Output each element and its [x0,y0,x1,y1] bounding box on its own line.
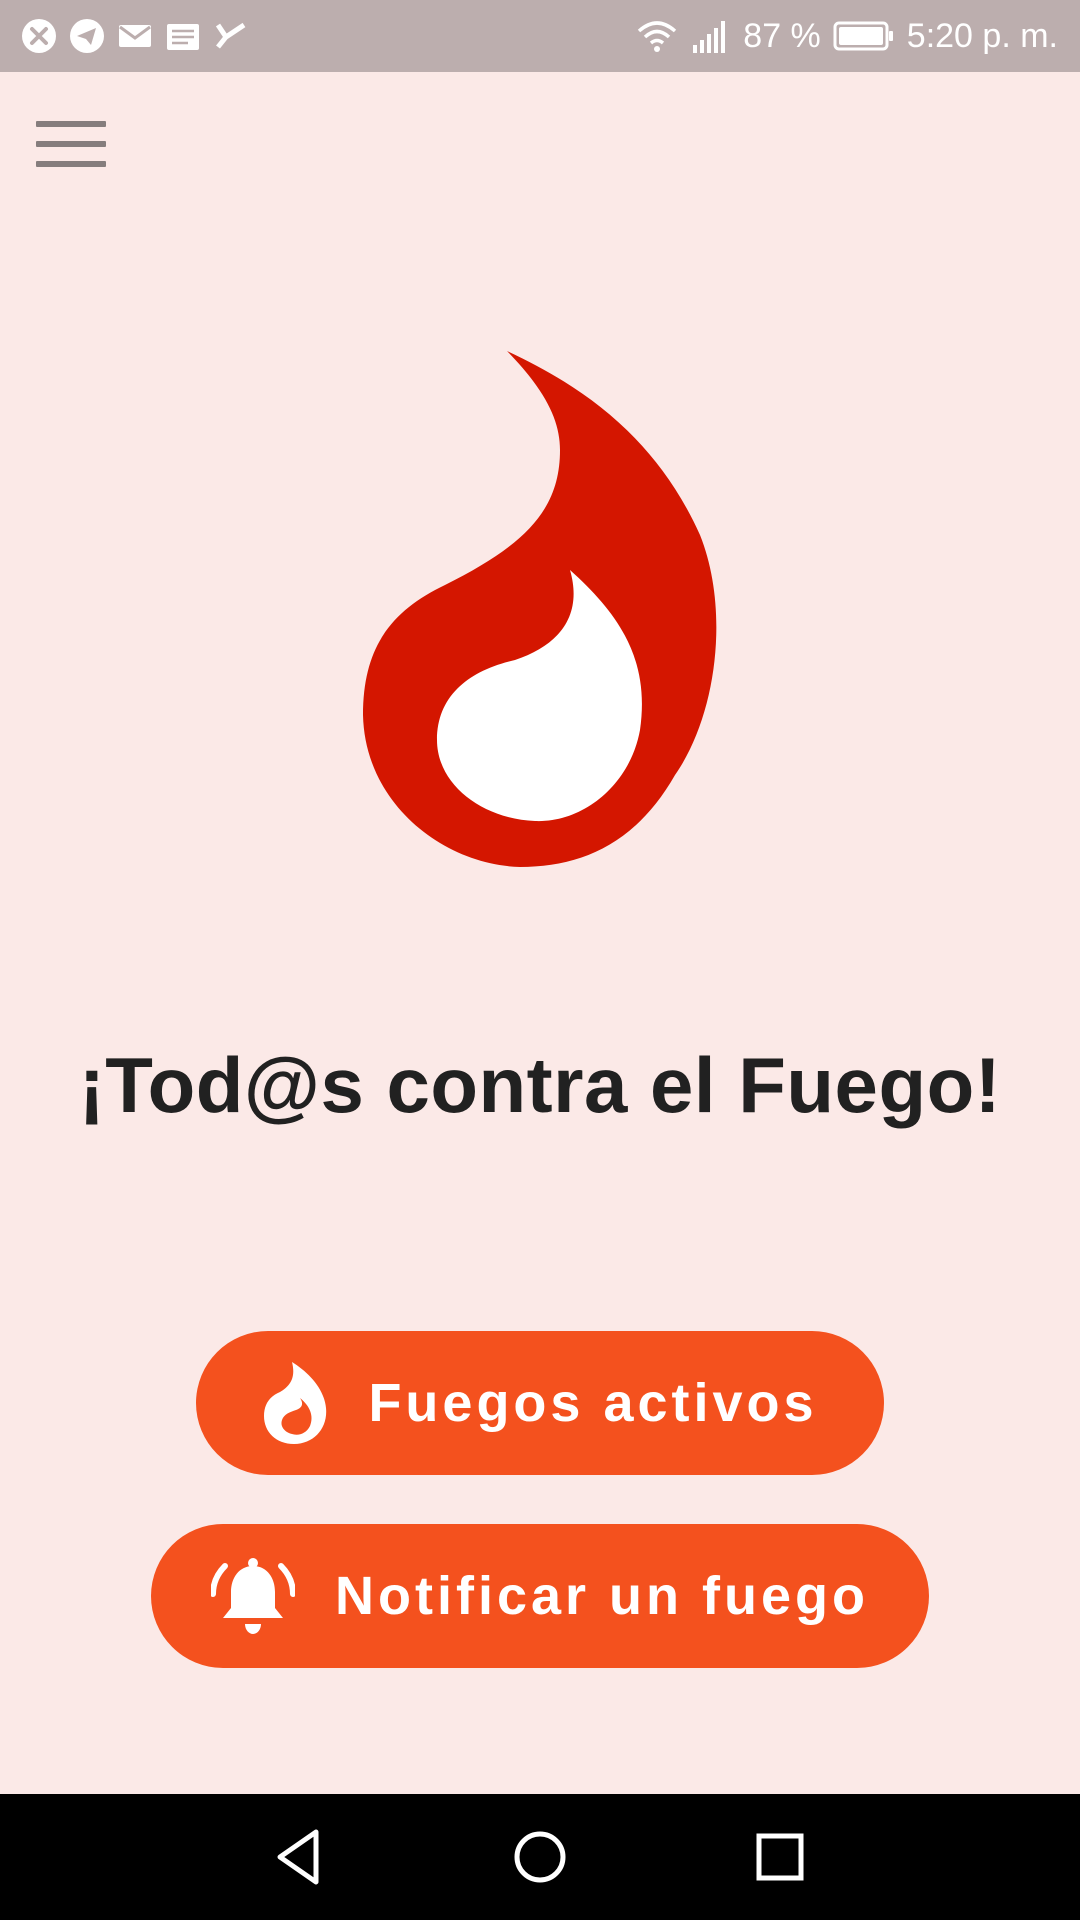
check-icon [215,22,246,49]
clock: 5:20 p. m. [906,16,1058,55]
mail-icon [119,25,151,47]
wifi-icon [638,21,677,52]
recents-icon[interactable] [747,1824,813,1890]
flame-icon [363,351,717,867]
battery-percent: 87 % [743,16,821,55]
menu-line [36,121,106,127]
menu-line [36,141,106,147]
home-icon[interactable] [507,1824,573,1890]
hamburger-menu-icon[interactable] [36,118,106,170]
battery-icon [833,21,893,51]
report-fire-button[interactable]: Notificar un fuego [151,1524,929,1668]
back-icon[interactable] [266,1824,332,1890]
news-icon [167,24,199,50]
bell-ringing-icon [211,1558,295,1634]
page-title: ¡Tod@s contra el Fuego! [78,1041,1002,1129]
status-bar: 87 % 5:20 p. m. [0,0,1080,72]
x-circle-icon [22,19,56,53]
menu-line [36,161,106,167]
navigation-bar [0,1794,1080,1920]
report-fire-label: Notificar un fuego [335,1566,869,1626]
flame-icon [264,1362,327,1444]
active-fires-label: Fuegos activos [368,1373,818,1433]
active-fires-button[interactable]: Fuegos activos [196,1331,884,1475]
system-status: 87 % 5:20 p. m. [635,0,1058,72]
telegram-icon [70,19,104,53]
notification-icons [20,16,250,56]
signal-icon [693,21,726,53]
